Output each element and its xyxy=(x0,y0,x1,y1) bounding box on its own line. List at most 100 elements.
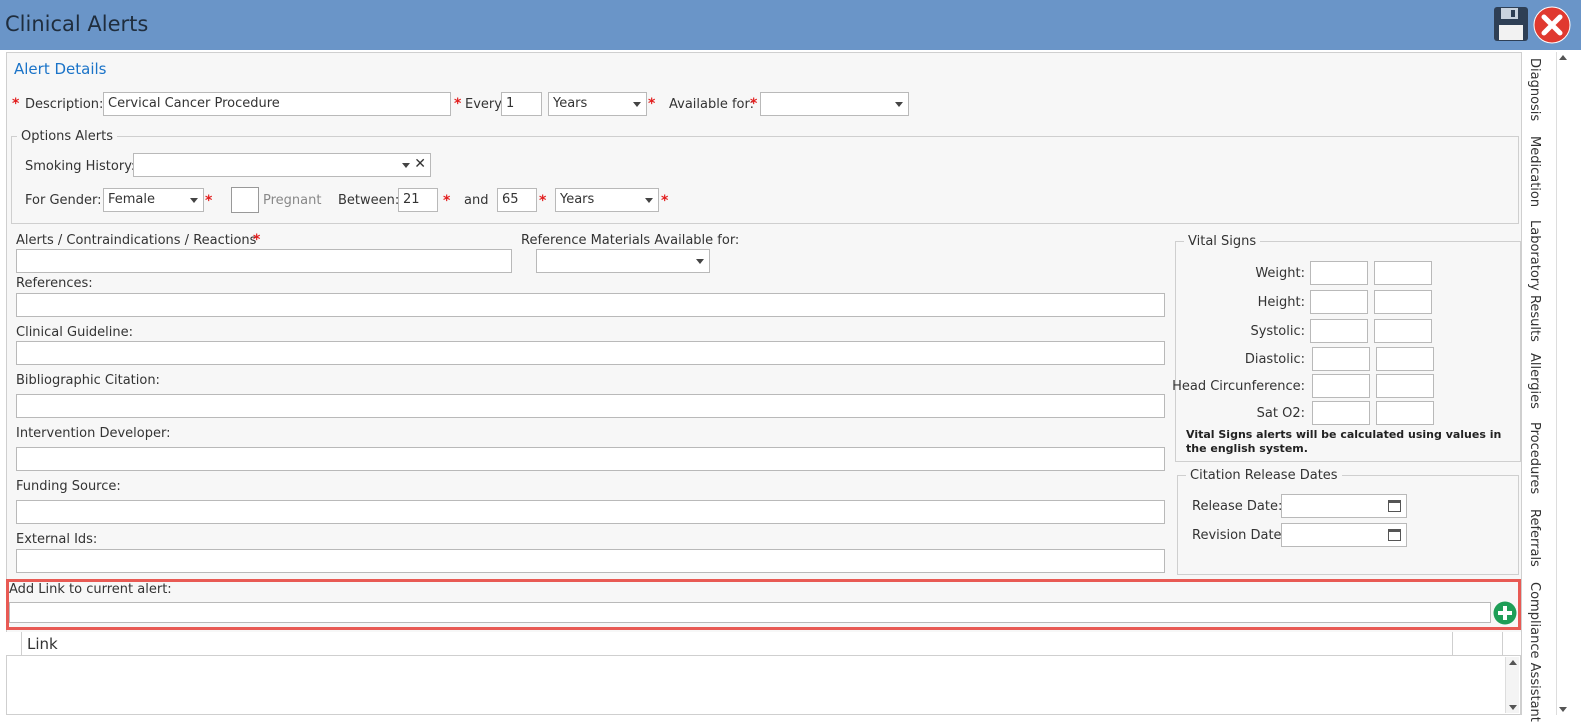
chevron-down-icon xyxy=(645,198,653,203)
external-ids-input[interactable] xyxy=(16,549,1165,573)
main-scrollbar[interactable] xyxy=(1556,52,1569,715)
grid-divider xyxy=(21,632,22,656)
gender-value: Female xyxy=(108,192,156,207)
plus-icon xyxy=(1493,601,1517,625)
vital-sign-label: Head Circunference: xyxy=(1172,379,1305,394)
every-unit-select[interactable]: Years xyxy=(548,92,647,116)
release-date-input[interactable] xyxy=(1281,494,1407,518)
add-link-input[interactable] xyxy=(9,602,1491,623)
calendar-icon[interactable] xyxy=(1388,500,1401,512)
smoking-history-select[interactable]: ✕ xyxy=(133,153,431,177)
alerts-input[interactable] xyxy=(16,249,512,273)
vital-signs-title: Vital Signs xyxy=(1184,234,1261,249)
external-ids-label: External Ids: xyxy=(16,532,98,547)
grid-scrollbar[interactable] xyxy=(1505,657,1519,713)
title-bar xyxy=(0,0,1581,50)
revision-date-label: Revision Date: xyxy=(1192,528,1286,543)
reference-materials-select[interactable] xyxy=(536,249,710,273)
link-grid-header xyxy=(6,632,1521,656)
intervention-developer-input[interactable] xyxy=(16,447,1165,471)
scroll-down-icon[interactable] xyxy=(1509,705,1517,710)
funding-source-input[interactable] xyxy=(16,500,1165,524)
required-marker: * xyxy=(539,193,547,209)
required-marker: * xyxy=(443,193,451,209)
references-label: References: xyxy=(16,276,93,291)
vital-sign-min-input[interactable] xyxy=(1310,290,1368,314)
required-marker: * xyxy=(12,96,20,112)
revision-date-input[interactable] xyxy=(1281,523,1407,547)
clinical-guideline-input[interactable] xyxy=(16,341,1165,365)
grid-divider xyxy=(1502,632,1503,656)
add-link-label: Add Link to current alert: xyxy=(9,582,172,597)
side-tab[interactable]: Medication xyxy=(1527,136,1542,207)
every-input[interactable]: 1 xyxy=(501,92,542,116)
gender-label: For Gender: xyxy=(25,193,102,208)
available-for-label: Available for: xyxy=(669,97,755,112)
side-tab[interactable]: Laboratory Results xyxy=(1527,220,1542,342)
close-button[interactable] xyxy=(1533,6,1571,44)
references-input[interactable] xyxy=(16,293,1165,317)
vital-sign-min-input[interactable] xyxy=(1310,319,1368,343)
link-column-header[interactable]: Link xyxy=(27,635,58,653)
age-from-input[interactable]: 21 xyxy=(398,188,438,212)
and-label: and xyxy=(464,193,489,208)
every-label: Every: xyxy=(465,97,506,112)
side-tab[interactable]: Compliance Assistant xyxy=(1527,582,1542,722)
vital-sign-min-input[interactable] xyxy=(1310,261,1368,285)
clear-icon[interactable]: ✕ xyxy=(414,156,426,172)
vital-sign-label: Diastolic: xyxy=(1244,352,1305,367)
scroll-down-icon[interactable] xyxy=(1559,707,1567,712)
options-alerts-title: Options Alerts xyxy=(17,129,118,144)
vital-signs-note: Vital Signs alerts will be calculated us… xyxy=(1186,428,1502,455)
grid-divider xyxy=(1452,632,1453,656)
window-title: Clinical Alerts xyxy=(5,12,149,36)
vital-sign-max-input[interactable] xyxy=(1374,290,1432,314)
between-label: Between: xyxy=(338,193,400,208)
side-tab[interactable]: Diagnosis xyxy=(1527,58,1542,121)
required-marker: * xyxy=(661,193,669,209)
scroll-up-icon[interactable] xyxy=(1559,55,1567,60)
clinical-guideline-label: Clinical Guideline: xyxy=(16,325,134,340)
age-unit-select[interactable]: Years xyxy=(555,188,659,212)
age-unit-value: Years xyxy=(560,192,595,207)
side-tab[interactable]: Allergies xyxy=(1527,353,1542,409)
scroll-up-icon[interactable] xyxy=(1509,660,1517,665)
vital-sign-max-input[interactable] xyxy=(1376,374,1434,398)
intervention-developer-label: Intervention Developer: xyxy=(16,426,171,441)
floppy-disk-icon xyxy=(1494,7,1528,41)
reference-materials-label: Reference Materials Available for: xyxy=(521,233,740,248)
pregnant-label: Pregnant xyxy=(263,193,322,208)
citation-dates-title: Citation Release Dates xyxy=(1186,468,1342,483)
vital-sign-label: Weight: xyxy=(1255,266,1305,281)
vital-sign-min-input[interactable] xyxy=(1312,401,1370,425)
close-icon xyxy=(1533,6,1571,44)
gender-select[interactable]: Female xyxy=(103,188,204,212)
bibliographic-citation-label: Bibliographic Citation: xyxy=(16,373,160,388)
vital-sign-max-input[interactable] xyxy=(1376,347,1434,371)
required-marker: * xyxy=(253,232,261,248)
pregnant-checkbox[interactable] xyxy=(231,187,259,213)
add-link-button[interactable] xyxy=(1493,601,1517,625)
vital-sign-max-input[interactable] xyxy=(1374,319,1432,343)
vital-sign-label: Systolic: xyxy=(1250,324,1305,339)
release-date-label: Release Date: xyxy=(1192,499,1283,514)
vital-sign-max-input[interactable] xyxy=(1374,261,1432,285)
available-for-select[interactable] xyxy=(760,92,909,116)
description-input[interactable]: Cervical Cancer Procedure xyxy=(103,92,451,116)
required-marker: * xyxy=(648,96,656,112)
bibliographic-citation-input[interactable] xyxy=(16,394,1165,418)
side-tab[interactable]: Referrals xyxy=(1527,509,1542,567)
required-marker: * xyxy=(750,96,758,112)
vital-sign-max-input[interactable] xyxy=(1376,401,1434,425)
chevron-down-icon xyxy=(696,259,704,264)
chevron-down-icon xyxy=(633,102,641,107)
side-tab[interactable]: Procedures xyxy=(1527,422,1542,494)
vital-sign-min-input[interactable] xyxy=(1312,347,1370,371)
required-marker: * xyxy=(454,96,462,112)
chevron-down-icon xyxy=(402,163,410,168)
age-to-input[interactable]: 65 xyxy=(497,188,537,212)
calendar-icon[interactable] xyxy=(1388,529,1401,541)
chevron-down-icon xyxy=(895,102,903,107)
save-button[interactable] xyxy=(1493,6,1529,42)
vital-sign-min-input[interactable] xyxy=(1312,374,1370,398)
